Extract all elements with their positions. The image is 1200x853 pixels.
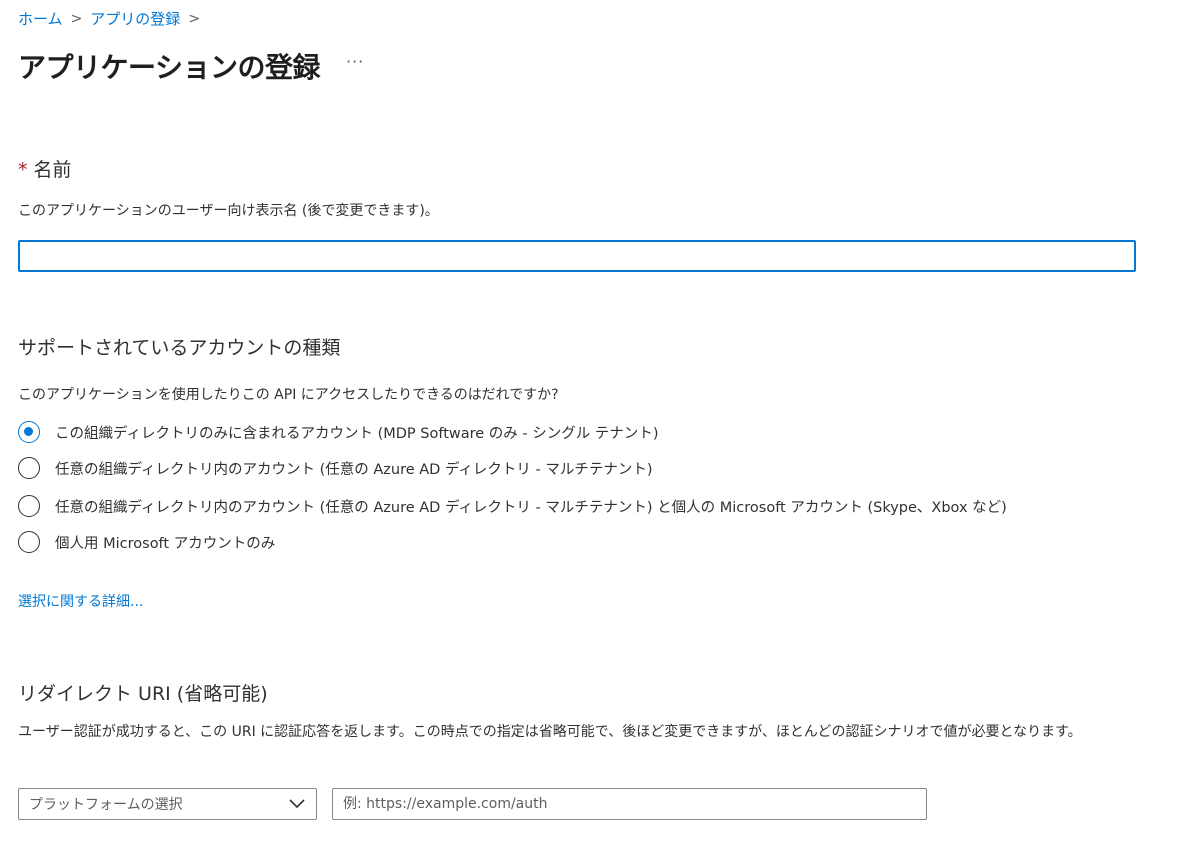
platform-select-dropdown[interactable]: プラットフォームの選択	[18, 788, 317, 820]
radio-option-label: この組織ディレクトリのみに含まれるアカウント (MDP Software のみ …	[55, 425, 659, 442]
radio-option-single-tenant[interactable]: この組織ディレクトリのみに含まれるアカウント (MDP Software のみ …	[18, 421, 659, 443]
radio-option-multi-tenant-personal[interactable]: 任意の組織ディレクトリ内のアカウント (任意の Azure AD ディレクトリ …	[18, 495, 1007, 517]
radio-option-personal-only[interactable]: 個人用 Microsoft アカウントのみ	[18, 531, 275, 553]
page-title: アプリケーションの登録	[18, 51, 320, 84]
radio-button[interactable]	[18, 495, 40, 517]
name-section-label: 名前	[33, 159, 72, 181]
app-name-input[interactable]	[18, 240, 1136, 272]
name-section-title: * 名前	[18, 155, 72, 182]
platform-select-placeholder: プラットフォームの選択	[29, 797, 183, 813]
account-types-title: サポートされているアカウントの種類	[18, 337, 341, 359]
chevron-down-icon	[288, 795, 306, 814]
radio-button[interactable]	[18, 531, 40, 553]
breadcrumb: ホーム > アプリの登録 >	[18, 8, 208, 29]
radio-option-multi-tenant[interactable]: 任意の組織ディレクトリ内のアカウント (任意の Azure AD ディレクトリ …	[18, 457, 653, 479]
account-types-question: このアプリケーションを使用したりこの API にアクセスしたりできるのはだれです…	[18, 387, 559, 403]
breadcrumb-home-link[interactable]: ホーム	[18, 8, 63, 29]
redirect-uri-title: リダイレクト URI (省略可能)	[18, 683, 268, 705]
name-description: このアプリケーションのユーザー向け表示名 (後で変更できます)。	[18, 203, 439, 219]
radio-button[interactable]	[18, 457, 40, 479]
more-actions-button[interactable]: ···	[346, 52, 364, 71]
required-asterisk: *	[18, 159, 28, 181]
radio-option-label: 任意の組織ディレクトリ内のアカウント (任意の Azure AD ディレクトリ …	[55, 461, 653, 478]
breadcrumb-app-registrations-link[interactable]: アプリの登録	[90, 8, 180, 29]
radio-button-selected[interactable]	[18, 421, 40, 443]
selection-details-link[interactable]: 選択に関する詳細...	[18, 591, 143, 611]
redirect-uri-input[interactable]	[332, 788, 927, 820]
radio-option-label: 個人用 Microsoft アカウントのみ	[55, 535, 276, 552]
redirect-uri-description: ユーザー認証が成功すると、この URI に認証応答を返します。この時点での指定は…	[18, 724, 1082, 740]
breadcrumb-separator: >	[70, 10, 83, 27]
radio-option-label: 任意の組織ディレクトリ内のアカウント (任意の Azure AD ディレクトリ …	[55, 499, 1007, 516]
breadcrumb-separator: >	[188, 10, 201, 27]
